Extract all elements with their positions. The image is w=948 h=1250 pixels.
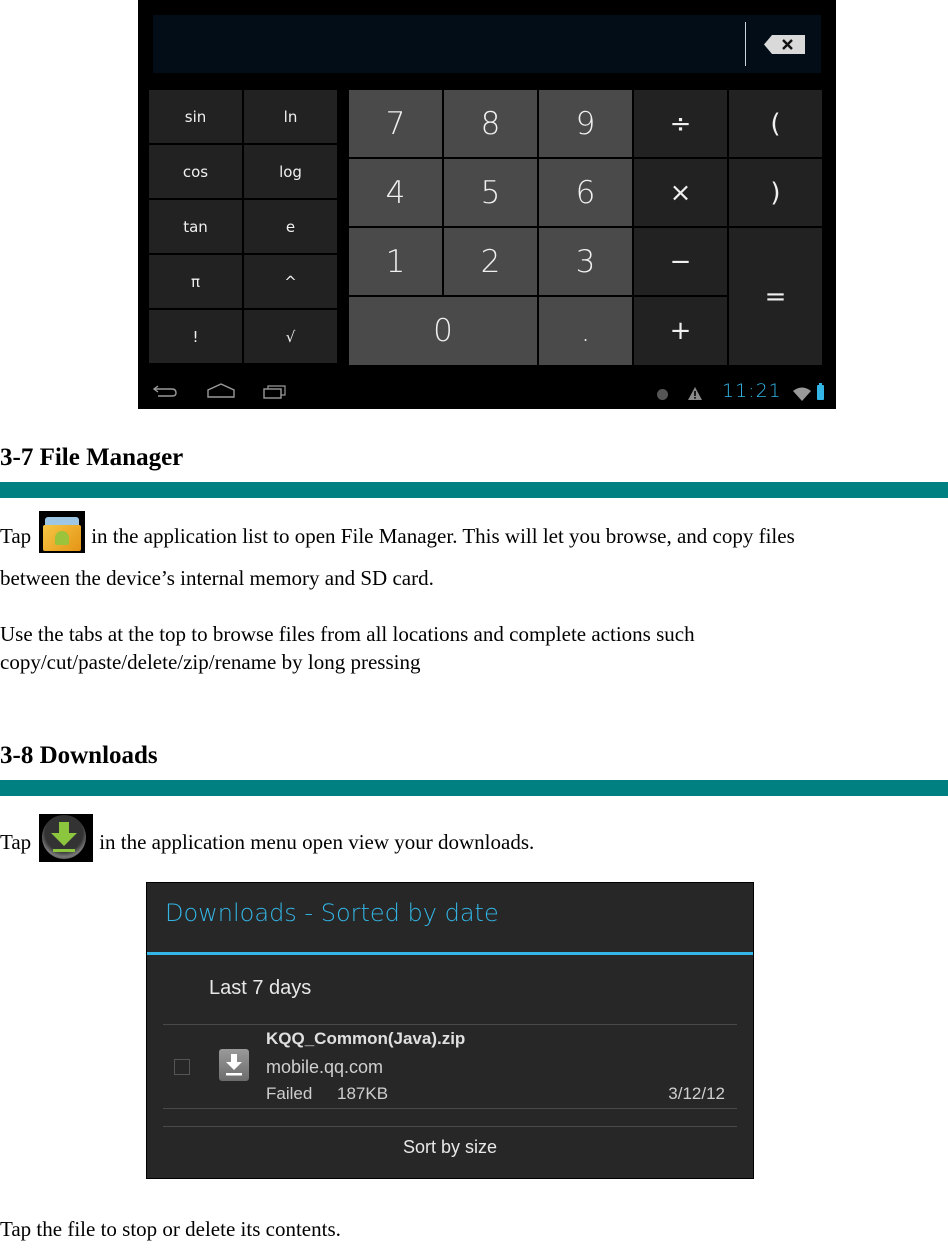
downloads-title: Downloads - Sorted by date bbox=[165, 899, 499, 927]
file-manager-app-icon bbox=[39, 511, 86, 554]
wifi-icon bbox=[793, 387, 811, 406]
file-manager-paragraph-1-line2: between the device’s internal memory and… bbox=[0, 566, 434, 590]
key-decimal[interactable]: . bbox=[539, 297, 632, 365]
back-button[interactable] bbox=[152, 384, 178, 398]
file-manager-paragraph-2: Use the tabs at the top to browse files … bbox=[0, 622, 695, 674]
key-equals[interactable]: = bbox=[729, 228, 822, 365]
tap-label: Tap bbox=[0, 524, 32, 548]
download-file-icon bbox=[219, 1049, 249, 1081]
key-e[interactable]: e bbox=[244, 200, 337, 253]
advanced-keypad: sin ln cos log tan e π ^ ! √ bbox=[149, 90, 338, 366]
key-6[interactable]: 6 bbox=[539, 159, 632, 226]
key-4[interactable]: 4 bbox=[349, 159, 442, 226]
key-plus[interactable]: + bbox=[634, 297, 727, 365]
section-heading-file-manager: 3-7 File Manager bbox=[0, 444, 184, 471]
key-close-paren[interactable]: ) bbox=[729, 159, 822, 226]
sort-by-size-button[interactable]: Sort by size bbox=[147, 1137, 753, 1158]
download-status: Failed bbox=[266, 1084, 313, 1103]
download-host: mobile.qq.com bbox=[266, 1057, 384, 1077]
action-divider bbox=[163, 1126, 737, 1127]
downloads-paragraph-1-text: in the application menu open view your d… bbox=[99, 829, 535, 854]
key-tan[interactable]: tan bbox=[149, 200, 242, 253]
key-divide[interactable]: ÷ bbox=[634, 90, 727, 157]
key-sqrt[interactable]: √ bbox=[244, 310, 337, 363]
key-7[interactable]: 7 bbox=[349, 90, 442, 157]
notification-dot-icon bbox=[657, 389, 668, 400]
key-2[interactable]: 2 bbox=[444, 228, 537, 295]
downloads-screenshot: Downloads - Sorted by date Last 7 days K… bbox=[146, 882, 754, 1179]
calculator-screenshot: sin ln cos log tan e π ^ ! √ 7 8 9 ÷ ( 4… bbox=[138, 0, 836, 409]
key-minus[interactable]: − bbox=[634, 228, 727, 295]
warning-icon bbox=[688, 387, 702, 405]
downloads-footer-text: Tap the file to stop or delete its conte… bbox=[0, 1217, 341, 1241]
title-divider bbox=[147, 952, 753, 955]
list-divider bbox=[163, 1024, 737, 1025]
key-5[interactable]: 5 bbox=[444, 159, 537, 226]
downloads-paragraph-1: Tap in the application menu open view you… bbox=[0, 814, 535, 868]
download-date: 3/12/12 bbox=[668, 1084, 725, 1103]
recent-apps-icon bbox=[263, 385, 286, 399]
key-0[interactable]: 0 bbox=[349, 297, 537, 365]
backspace-icon bbox=[764, 35, 805, 54]
key-9[interactable]: 9 bbox=[539, 90, 632, 157]
key-log[interactable]: log bbox=[244, 145, 337, 198]
system-navigation-bar: 11:21 bbox=[138, 370, 836, 409]
file-manager-paragraph-1-text: in the application list to open File Man… bbox=[91, 524, 795, 548]
backspace-button[interactable] bbox=[764, 35, 805, 54]
heading-rule bbox=[0, 780, 948, 796]
item-checkbox[interactable] bbox=[174, 1059, 190, 1075]
key-1[interactable]: 1 bbox=[349, 228, 442, 295]
key-factorial[interactable]: ! bbox=[149, 310, 242, 363]
calculator-display[interactable] bbox=[153, 15, 821, 73]
key-multiply[interactable]: × bbox=[634, 159, 727, 226]
key-cos[interactable]: cos bbox=[149, 145, 242, 198]
key-power[interactable]: ^ bbox=[244, 255, 337, 308]
file-manager-paragraph-1: Tap in the application list to open File … bbox=[0, 511, 795, 559]
home-button[interactable] bbox=[206, 382, 236, 398]
key-3[interactable]: 3 bbox=[539, 228, 632, 295]
download-size: 187KB bbox=[337, 1084, 389, 1103]
recent-apps-button[interactable] bbox=[263, 383, 287, 399]
status-clock: 11:21 bbox=[722, 380, 782, 402]
battery-charging-icon bbox=[817, 385, 824, 400]
key-open-paren[interactable]: ( bbox=[729, 90, 822, 157]
section-label-last-7-days: Last 7 days bbox=[209, 977, 312, 999]
list-divider bbox=[163, 1108, 737, 1109]
back-icon bbox=[152, 385, 177, 397]
key-sin[interactable]: sin bbox=[149, 90, 242, 143]
heading-rule bbox=[0, 482, 948, 498]
key-ln[interactable]: ln bbox=[244, 90, 337, 143]
tap-label: Tap bbox=[0, 829, 32, 854]
display-divider bbox=[745, 22, 746, 66]
home-icon bbox=[207, 383, 235, 398]
downloads-app-icon bbox=[39, 814, 94, 862]
number-keypad: 7 8 9 ÷ ( 4 5 6 × ) 1 2 3 − = 0 . + bbox=[349, 90, 825, 366]
key-8[interactable]: 8 bbox=[444, 90, 537, 157]
download-file-name: KQQ_Common(Java).zip bbox=[266, 1029, 466, 1048]
key-pi[interactable]: π bbox=[149, 255, 242, 308]
section-heading-downloads: 3-8 Downloads bbox=[0, 742, 158, 769]
